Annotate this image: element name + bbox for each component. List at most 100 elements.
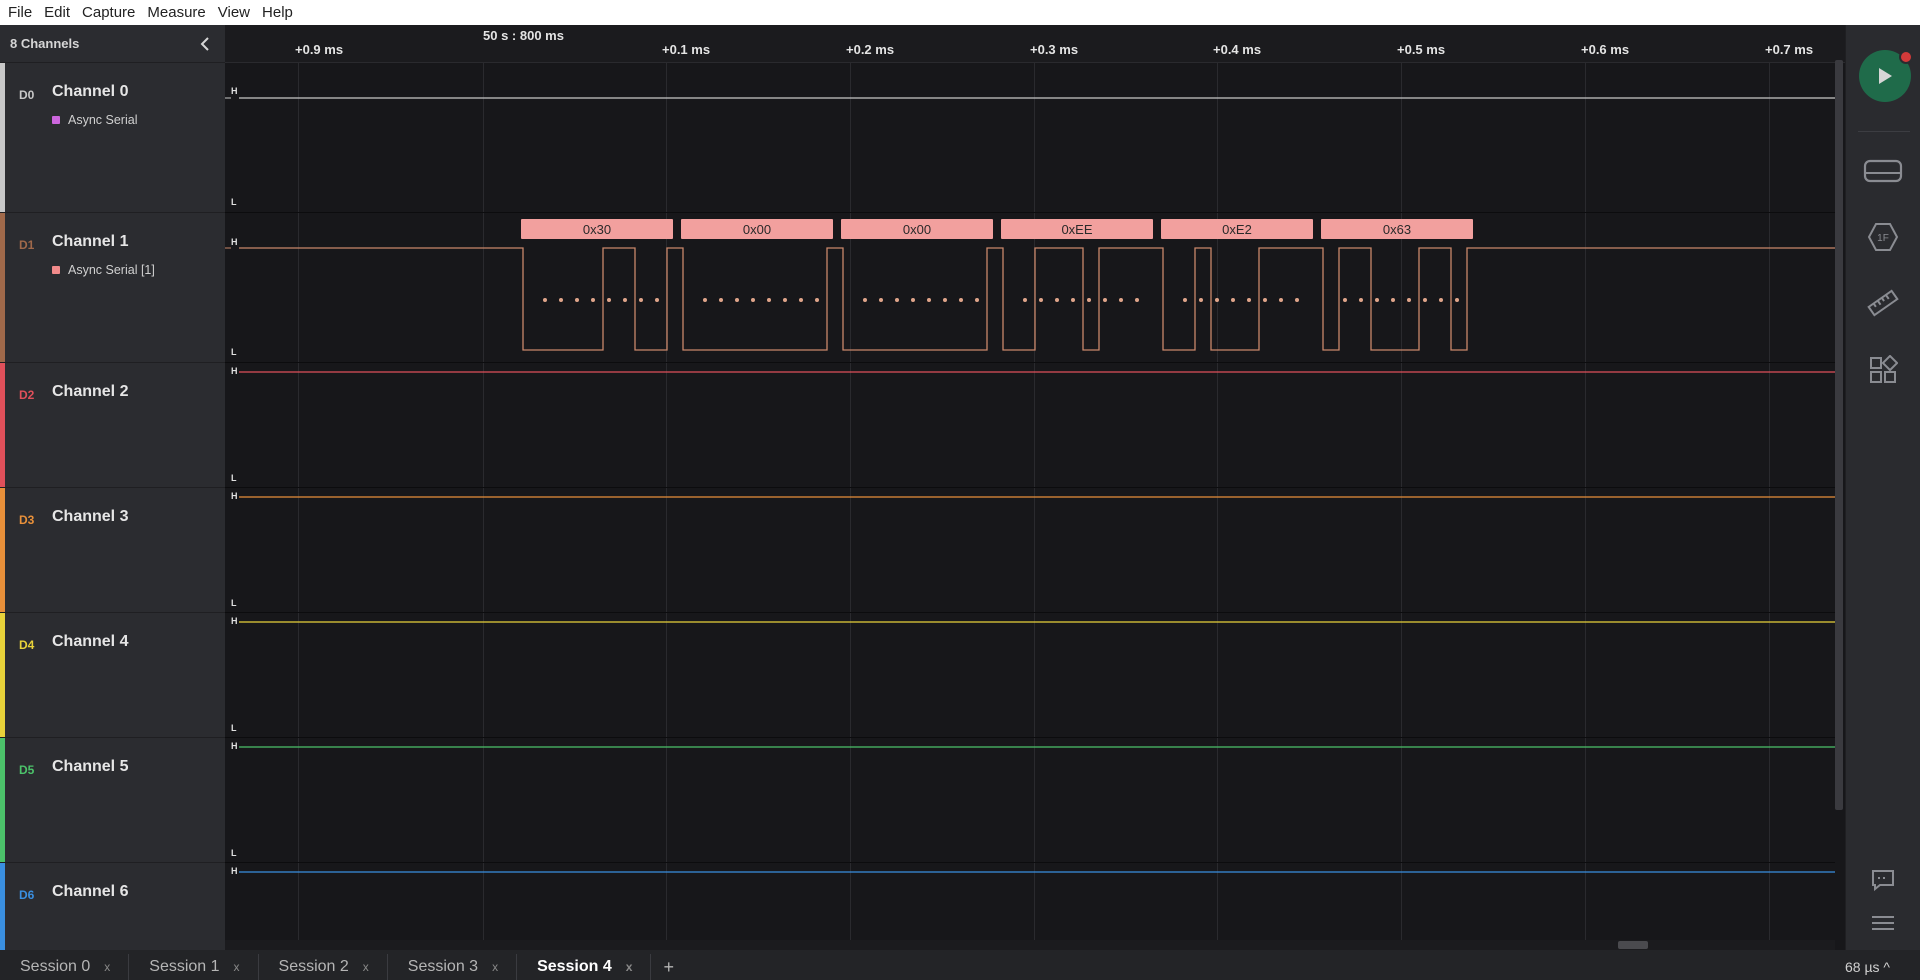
waveform-view[interactable]: 50 s : 800 ms +0.9 ms +0.1 ms +0.2 ms +0…	[225, 25, 1845, 950]
lane-channel-5[interactable]: H L	[225, 738, 1835, 863]
horizontal-scrollbar[interactable]	[225, 940, 1835, 950]
channel-id: D3	[19, 513, 35, 527]
signal-trace-3	[239, 496, 1835, 498]
zoom-readout[interactable]: 68 µs ^	[1845, 954, 1890, 980]
session-tab-bar: Session 0 x Session 1 x Session 2 x Sess…	[0, 950, 1920, 980]
channel-name[interactable]: Channel 5	[52, 758, 128, 776]
close-icon[interactable]: x	[234, 960, 240, 974]
sidebar-header: 8 Channels	[0, 25, 225, 63]
right-toolbar: 1F	[1845, 25, 1920, 950]
tab-session-1[interactable]: Session 1 x	[129, 954, 259, 980]
hamburger-icon[interactable]	[1863, 903, 1903, 943]
chat-icon[interactable]	[1863, 860, 1903, 900]
extensions-icon[interactable]	[1863, 350, 1903, 390]
tick-label: +0.6 ms	[1581, 42, 1630, 57]
channel-color-stripe	[0, 613, 5, 737]
lane-channel-1[interactable]: H L 0x30 0x00 0x00 0xEE 0xE2 0x63	[225, 213, 1835, 363]
ruler-icon[interactable]	[1863, 283, 1903, 323]
channel-row-0[interactable]: D0 Channel 0 Async Serial	[0, 63, 225, 213]
analyzer-label[interactable]: Async Serial	[52, 113, 137, 127]
tick-label: +0.9 ms	[295, 42, 344, 57]
trigger-icon[interactable]: 1F	[1863, 217, 1903, 257]
tab-session-0[interactable]: Session 0 x	[0, 954, 130, 980]
lane-channel-6[interactable]: H	[225, 863, 1835, 943]
signal-trace-2	[239, 371, 1835, 373]
menu-file[interactable]: File	[2, 0, 38, 25]
close-icon[interactable]: x	[104, 960, 110, 974]
channel-row-3[interactable]: D3 Channel 3	[0, 488, 225, 613]
chevron-left-icon[interactable]	[195, 34, 215, 54]
close-icon[interactable]: x	[363, 960, 369, 974]
lane-channel-3[interactable]: H L	[225, 488, 1835, 613]
close-icon[interactable]: x	[492, 960, 498, 974]
tab-session-3[interactable]: Session 3 x	[388, 954, 518, 980]
tick-label: +0.1 ms	[662, 42, 711, 57]
analyzer-swatch	[52, 266, 60, 274]
channel-name[interactable]: Channel 4	[52, 633, 128, 651]
menu-edit[interactable]: Edit	[38, 0, 76, 25]
analyzer-label[interactable]: Async Serial [1]	[52, 263, 155, 277]
tick-label: +0.5 ms	[1397, 42, 1446, 57]
analyzer-name: Async Serial	[68, 113, 138, 127]
time-ruler[interactable]: 50 s : 800 ms +0.9 ms +0.1 ms +0.2 ms +0…	[225, 25, 1845, 63]
scrollbar-thumb[interactable]	[1618, 941, 1648, 949]
signal-trace-1	[225, 247, 1835, 351]
svg-text:1F: 1F	[1877, 233, 1889, 244]
signal-trace-4	[239, 621, 1835, 623]
menu-help[interactable]: Help	[256, 0, 299, 25]
tab-session-2[interactable]: Session 2 x	[259, 954, 388, 980]
vertical-scrollbar[interactable]	[1835, 60, 1843, 810]
tab-label: Session 1	[149, 958, 220, 975]
analyzer-name: Async Serial [1]	[68, 263, 155, 277]
channel-color-stripe	[0, 63, 5, 212]
timestamp-readout: 50 s : 800 ms	[483, 28, 564, 43]
channel-name[interactable]: Channel 1	[52, 233, 128, 251]
lane-channel-0[interactable]: H L	[225, 63, 1835, 213]
close-icon[interactable]: x	[626, 960, 633, 974]
channel-id: D5	[19, 763, 35, 777]
channel-id: D2	[19, 388, 35, 402]
menu-view[interactable]: View	[212, 0, 256, 25]
device-icon[interactable]	[1863, 151, 1903, 191]
tab-label: Session 3	[407, 958, 479, 975]
channel-id: D4	[19, 638, 35, 652]
channel-color-stripe	[0, 863, 5, 950]
signal-trace-0	[225, 97, 1835, 99]
channel-name[interactable]: Channel 6	[52, 883, 128, 901]
toolbar-divider	[1858, 131, 1910, 132]
channel-row-2[interactable]: D2 Channel 2	[0, 363, 225, 488]
channel-id: D1	[19, 238, 35, 252]
channel-name[interactable]: Channel 3	[52, 508, 128, 526]
channel-id: D6	[19, 888, 35, 902]
channel-row-5[interactable]: D5 Channel 5	[0, 738, 225, 863]
tick-label: +0.3 ms	[1030, 42, 1079, 57]
channel-name[interactable]: Channel 0	[52, 83, 128, 101]
recording-indicator	[1899, 50, 1913, 64]
channel-name[interactable]: Channel 2	[52, 383, 128, 401]
channel-color-stripe	[0, 363, 5, 487]
menu-measure[interactable]: Measure	[141, 0, 211, 25]
tab-label: Session 0	[20, 958, 91, 975]
channel-count: 8 Channels	[10, 36, 80, 51]
add-session-button[interactable]: +	[651, 954, 686, 980]
channel-color-stripe	[0, 488, 5, 612]
signal-trace-6	[239, 871, 1835, 873]
lane-channel-4[interactable]: H L	[225, 613, 1835, 738]
analyzer-swatch	[52, 116, 60, 124]
channel-color-stripe	[0, 213, 5, 362]
signal-trace-5	[239, 746, 1835, 748]
tick-label: +0.4 ms	[1213, 42, 1262, 57]
channel-row-4[interactable]: D4 Channel 4	[0, 613, 225, 738]
tick-label: +0.2 ms	[846, 42, 895, 57]
channel-row-6[interactable]: D6 Channel 6	[0, 863, 225, 950]
tab-label: Session 2	[278, 958, 349, 975]
menu-capture[interactable]: Capture	[76, 0, 141, 25]
channel-id: D0	[19, 88, 35, 102]
channel-sidebar: 8 Channels D0 Channel 0 Async Serial D1 …	[0, 25, 225, 950]
menu-bar: File Edit Capture Measure View Help	[0, 0, 1920, 25]
channel-color-stripe	[0, 738, 5, 862]
tick-label: +0.7 ms	[1765, 42, 1814, 57]
channel-row-1[interactable]: D1 Channel 1 Async Serial [1]	[0, 213, 225, 363]
tab-session-4[interactable]: Session 4 x	[517, 954, 652, 980]
lane-channel-2[interactable]: H L	[225, 363, 1835, 488]
